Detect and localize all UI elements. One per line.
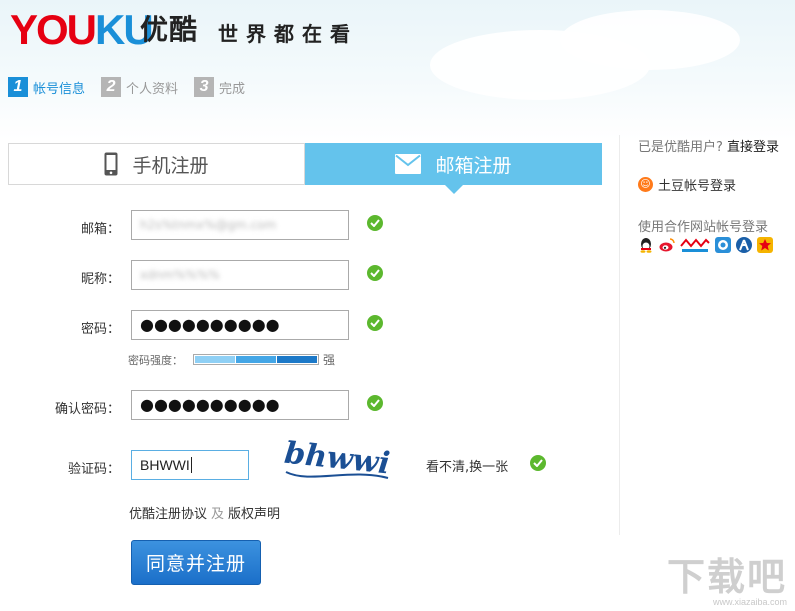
existing-user-line: 已是优酷用户? 直接登录 xyxy=(638,136,779,155)
strength-segment-medium xyxy=(236,356,276,363)
email-valid-check-icon xyxy=(367,215,383,231)
step-label: 完成 xyxy=(219,81,246,97)
logo-you-text: YOU xyxy=(10,6,97,53)
tab-email-register[interactable]: 邮箱注册 xyxy=(305,143,602,194)
youku-logo[interactable]: YOU KU 优酷 xyxy=(10,6,197,53)
logo-chinese-text: 优酷 xyxy=(140,13,199,46)
qq-icon[interactable] xyxy=(638,237,654,253)
captcha-label: 验证码： xyxy=(67,462,120,477)
watermark: 下载吧 www.xiazaiba.com xyxy=(667,557,787,607)
step-number: 2 xyxy=(101,77,122,97)
step-number: 1 xyxy=(8,77,28,97)
registration-tabs: 手机注册 邮箱注册 xyxy=(8,143,602,194)
slogan: 世界都在看 xyxy=(218,22,358,46)
registration-steps: 1 帐号信息 2 个人资料 3 完成 xyxy=(8,77,261,97)
captcha-value: BHWWI xyxy=(140,457,190,473)
tudou-login-label: 土豆帐号登录 xyxy=(658,179,737,194)
confirm-password-valid-check-icon xyxy=(367,395,383,411)
password-strength-text: 强 xyxy=(323,353,336,367)
partner-login-icons xyxy=(638,237,778,253)
mobile-phone-icon xyxy=(104,152,118,176)
step-complete: 3 完成 xyxy=(194,77,245,97)
password-strength-meter xyxy=(193,354,319,365)
kaixin-icon[interactable] xyxy=(757,237,773,253)
confirm-password-value: ●●●●●●●●●● xyxy=(140,395,280,414)
confirm-password-label: 确认密码： xyxy=(54,402,120,417)
nickname-label: 昵称： xyxy=(80,272,120,287)
agreement-line: 优酷注册协议及版权声明 xyxy=(129,503,280,522)
strength-segment-weak xyxy=(195,356,235,363)
step-profile: 2 个人资料 xyxy=(101,77,178,97)
password-label: 密码： xyxy=(80,322,120,337)
password-value: ●●●●●●●●●● xyxy=(140,315,280,334)
sidebar-divider xyxy=(619,135,620,535)
tudou-icon: ☺ xyxy=(638,177,653,192)
agreement-and: 及 xyxy=(211,507,225,522)
terms-link[interactable]: 优酷注册协议 xyxy=(129,507,207,522)
nickname-valid-check-icon xyxy=(367,265,383,281)
captcha-valid-check-icon xyxy=(530,455,546,471)
step-label: 帐号信息 xyxy=(33,81,86,97)
step-number: 3 xyxy=(194,77,215,97)
captcha-image[interactable]: bhwwi xyxy=(280,434,392,486)
direct-login-link[interactable]: 直接登录 xyxy=(727,140,779,155)
agree-and-register-button[interactable]: 同意并注册 xyxy=(131,540,261,585)
refresh-captcha-link[interactable]: 看不清,换一张 xyxy=(426,456,508,475)
password-input[interactable]: ●●●●●●●●●● xyxy=(131,310,349,340)
active-tab-arrow xyxy=(443,184,464,194)
existing-user-text: 已是优酷用户? xyxy=(638,140,723,155)
partner-login-text: 使用合作网站帐号登录 xyxy=(638,220,769,235)
password-valid-check-icon xyxy=(367,315,383,331)
nickname-value: xdnm%%%% xyxy=(140,268,220,282)
tab-phone-register[interactable]: 手机注册 xyxy=(8,143,305,185)
email-value: h2s%tnmx%@gm.com xyxy=(140,218,277,232)
tab-label: 手机注册 xyxy=(132,154,209,177)
email-input[interactable]: h2s%tnmx%@gm.com xyxy=(131,210,349,240)
paipai-icon[interactable] xyxy=(715,237,731,253)
alipay-icon[interactable] xyxy=(680,237,710,253)
cloud-decoration xyxy=(560,10,740,70)
nickname-input[interactable]: xdnm%%%% xyxy=(131,260,349,290)
confirm-password-input[interactable]: ●●●●●●●●●● xyxy=(131,390,349,420)
password-strength-label: 密码强度： xyxy=(128,354,183,367)
envelope-icon xyxy=(395,154,422,174)
weibo-icon[interactable] xyxy=(659,237,675,253)
step-label: 个人资料 xyxy=(126,81,179,97)
captcha-input[interactable]: BHWWI xyxy=(131,450,249,480)
tudou-login-link[interactable]: ☺ 土豆帐号登录 xyxy=(638,175,736,194)
copyright-link[interactable]: 版权声明 xyxy=(228,507,280,522)
tab-label: 邮箱注册 xyxy=(435,154,512,177)
step-account-info: 1 帐号信息 xyxy=(8,77,85,97)
text-cursor xyxy=(190,457,192,473)
watermark-big-text: 下载吧 xyxy=(666,555,787,599)
strength-segment-strong xyxy=(277,356,317,363)
renren-icon[interactable] xyxy=(736,237,752,253)
email-label: 邮箱： xyxy=(80,222,120,237)
